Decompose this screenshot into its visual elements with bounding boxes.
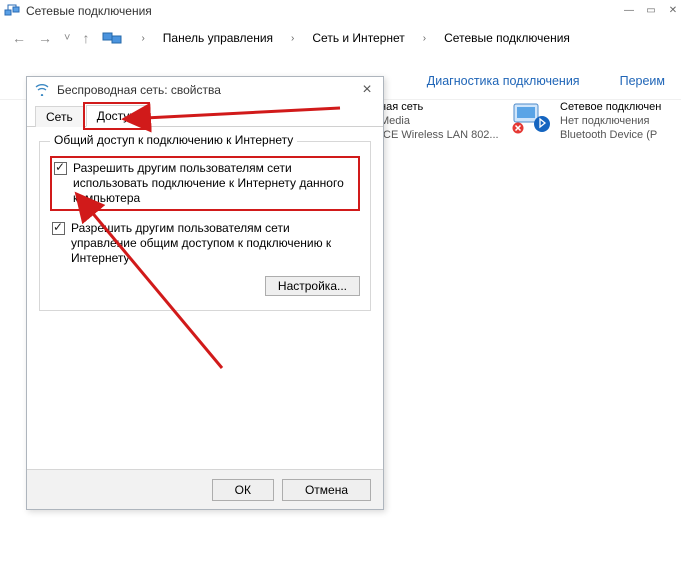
ok-button[interactable]: ОК: [212, 479, 274, 501]
adapter-status: Media: [380, 114, 499, 128]
history-chevron-icon[interactable]: ˅: [64, 32, 70, 44]
tabs-row: Сеть Доступ: [27, 103, 383, 127]
window-controls: — ▭ ✕: [615, 2, 681, 18]
crumb-network-internet[interactable]: Сеть и Интернет: [312, 31, 404, 45]
ics-settings-button[interactable]: Настройка...: [265, 276, 360, 296]
back-button[interactable]: ←: [12, 30, 26, 46]
cmd-diagnose[interactable]: Диагностика подключения: [427, 74, 580, 88]
adapter-status: Нет подключения: [560, 114, 661, 128]
checkbox-checked-icon[interactable]: [52, 222, 65, 235]
address-bar: ← → ˅ ↑ › Панель управления › Сеть и Инт…: [0, 22, 681, 54]
close-window-icon[interactable]: ✕: [665, 2, 681, 18]
forward-button[interactable]: →: [38, 30, 52, 46]
network-folder-icon: [4, 3, 20, 19]
crumb-network-connections[interactable]: Сетевые подключения: [444, 31, 570, 45]
allow-share-checkbox-row[interactable]: Разрешить другим пользователям сети испо…: [50, 156, 360, 211]
dialog-title-text: Беспроводная сеть: свойства: [57, 83, 221, 97]
adapter-tile-bluetooth[interactable]: Сетевое подключен Нет подключения Blueto…: [512, 100, 681, 142]
chevron-right-icon: ›: [417, 33, 432, 44]
allow-control-label: Разрешить другим пользователям сети упра…: [71, 221, 358, 266]
adapter-name: ная сеть: [380, 100, 499, 114]
crumb-control-panel[interactable]: Панель управления: [163, 31, 273, 45]
restore-icon[interactable]: ▭: [643, 2, 659, 18]
allow-control-checkbox-row[interactable]: Разрешить другим пользователям сети упра…: [50, 217, 360, 270]
close-icon[interactable]: ×: [357, 81, 377, 99]
wifi-icon: [35, 82, 49, 99]
bluetooth-adapter-icon: [512, 100, 552, 134]
cancel-button[interactable]: Отмена: [282, 479, 371, 501]
minimize-icon[interactable]: —: [621, 2, 637, 18]
properties-dialog: Беспроводная сеть: свойства × Сеть Досту…: [26, 76, 384, 510]
chevron-right-icon: ›: [135, 33, 150, 44]
explorer-titlebar: Сетевые подключения: [0, 0, 681, 22]
chevron-right-icon: ›: [285, 33, 300, 44]
dialog-footer: ОК Отмена: [27, 469, 383, 509]
adapter-name: Сетевое подключен: [560, 100, 661, 114]
tab-sharing[interactable]: Доступ: [86, 105, 147, 127]
ics-group-legend: Общий доступ к подключению к Интернету: [50, 133, 297, 147]
checkbox-checked-icon[interactable]: [54, 162, 67, 175]
adapter-device: Bluetooth Device (P: [560, 128, 661, 142]
tab-network[interactable]: Сеть: [35, 106, 84, 127]
allow-share-label: Разрешить другим пользователям сети испо…: [73, 161, 356, 206]
cmd-rename[interactable]: Переим: [620, 74, 665, 88]
up-button[interactable]: ↑: [82, 30, 89, 46]
dialog-titlebar: Беспроводная сеть: свойства ×: [27, 77, 383, 103]
adapter-device: ICE Wireless LAN 802...: [380, 128, 499, 142]
control-panel-icon: [101, 27, 123, 49]
explorer-title-text: Сетевые подключения: [26, 4, 152, 18]
ics-group: Общий доступ к подключению к Интернету Р…: [39, 141, 371, 311]
